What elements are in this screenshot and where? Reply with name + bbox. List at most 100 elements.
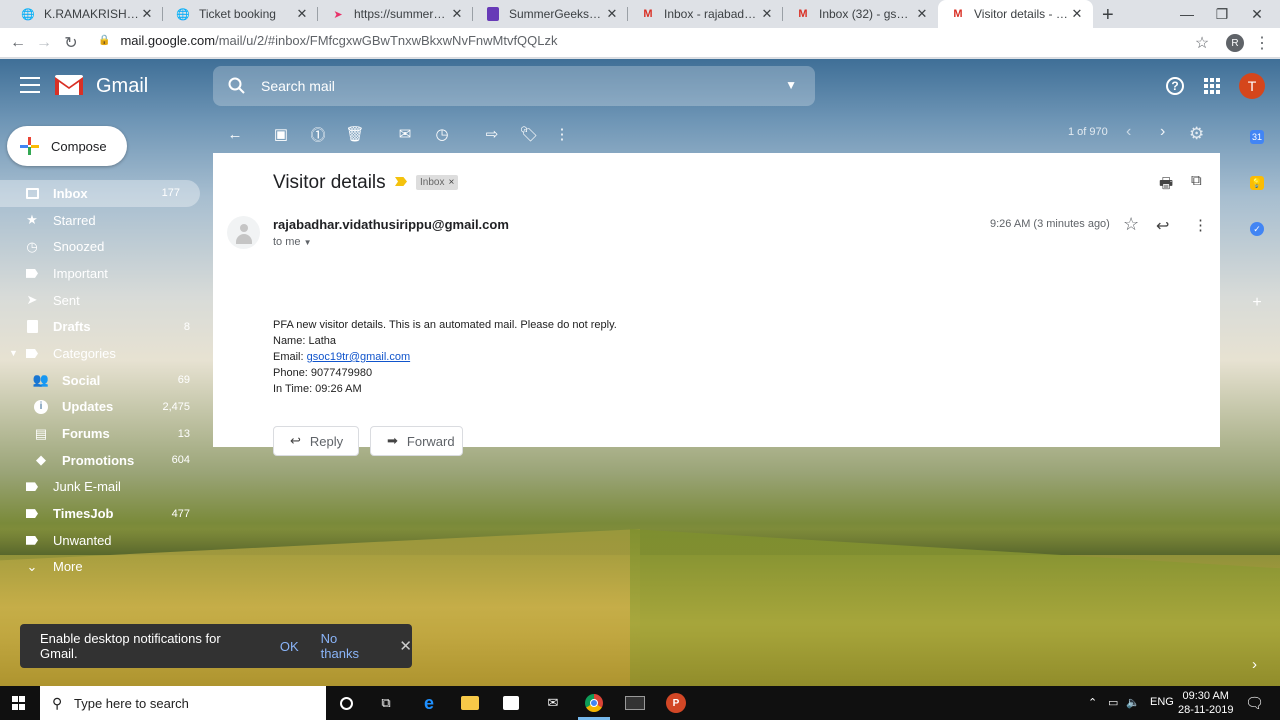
- close-tab-icon[interactable]: ✕: [449, 6, 465, 22]
- sidebar-item-sent[interactable]: ➤ Sent: [0, 287, 210, 314]
- back-to-inbox-icon[interactable]: ←: [225, 124, 245, 144]
- bookmark-star-icon[interactable]: ☆: [1192, 33, 1212, 53]
- show-side-panel-icon[interactable]: ›: [1252, 656, 1257, 673]
- volume-icon[interactable]: 🔈: [1126, 696, 1140, 709]
- browser-menu-icon[interactable]: ⋮: [1252, 33, 1272, 53]
- reply-button[interactable]: ↩ Reply: [273, 426, 359, 456]
- recipient-details[interactable]: to me ▼: [273, 236, 312, 248]
- browser-tab[interactable]: M Inbox - rajabadhar.vida ✕: [628, 0, 783, 28]
- email-link[interactable]: gsoc19tr@gmail.com: [307, 351, 410, 363]
- tray-expand-icon[interactable]: ⌃: [1088, 696, 1097, 709]
- tasks-icon[interactable]: ✓: [1250, 222, 1264, 236]
- taskbar-clock[interactable]: 09:30 AM 28-11-2019: [1178, 689, 1233, 717]
- browser-tab[interactable]: M Inbox (32) - gsoc19tr@ ✕: [783, 0, 938, 28]
- browser-tab[interactable]: SummerGeeks 2020 | S ✕: [473, 0, 628, 28]
- move-to-icon[interactable]: ⇨: [482, 124, 502, 144]
- close-tab-icon[interactable]: ✕: [139, 6, 155, 22]
- toast-no-thanks-button[interactable]: No thanks: [321, 631, 379, 661]
- delete-icon[interactable]: 🗑: [345, 124, 365, 144]
- browser-tab[interactable]: ➤ https://summergeeks.i ✕: [318, 0, 473, 28]
- search-icon[interactable]: [227, 76, 247, 96]
- reply-icon[interactable]: ↩: [1156, 216, 1169, 236]
- help-icon[interactable]: ?: [1166, 77, 1184, 95]
- expand-caret-icon[interactable]: ▼: [9, 348, 18, 358]
- calendar-icon[interactable]: 31: [1250, 130, 1264, 144]
- sidebar-item-more[interactable]: ⌄ More: [0, 554, 210, 581]
- add-addon-icon[interactable]: +: [1250, 294, 1264, 311]
- sidebar-item-starred[interactable]: ★ Starred: [0, 207, 210, 234]
- taskbar-search[interactable]: ⚲ Type here to search: [40, 686, 326, 720]
- close-window-button[interactable]: ✕: [1234, 0, 1280, 28]
- sidebar-item-categories[interactable]: ▼ Categories: [0, 340, 210, 367]
- taskbar-search-input[interactable]: Type here to search: [74, 696, 189, 711]
- new-tab-button[interactable]: +: [1102, 4, 1114, 27]
- more-actions-icon[interactable]: ⋮: [552, 124, 572, 144]
- terminal-icon[interactable]: [625, 693, 645, 713]
- language-indicator[interactable]: ENG: [1150, 696, 1174, 708]
- toast-close-icon[interactable]: ✕: [399, 637, 412, 655]
- sidebar-item-inbox[interactable]: Inbox 177: [0, 180, 200, 207]
- apps-grid-icon[interactable]: [1204, 78, 1220, 94]
- back-icon[interactable]: ←: [8, 33, 28, 53]
- edge-icon[interactable]: e: [419, 693, 439, 713]
- older-chevron-icon[interactable]: ›: [1160, 123, 1165, 141]
- more-options-icon[interactable]: ⋮: [1193, 216, 1208, 234]
- sidebar-item-snoozed[interactable]: ◷ Snoozed: [0, 233, 210, 260]
- sidebar-item-unwanted[interactable]: Unwanted: [0, 527, 210, 554]
- settings-gear-icon[interactable]: ⚙: [1189, 124, 1204, 144]
- forward-button[interactable]: ➡ Forward: [370, 426, 463, 456]
- close-tab-icon[interactable]: ✕: [759, 6, 775, 22]
- address-bar[interactable]: 🔒 mail.google.com/mail/u/2/#inbox/FMfcgx…: [98, 33, 558, 48]
- open-new-window-icon[interactable]: ⧉: [1191, 172, 1202, 189]
- search-options-icon[interactable]: ▼: [785, 78, 797, 92]
- browser-profile-avatar[interactable]: R: [1226, 34, 1244, 52]
- sidebar-item-social[interactable]: 👥 Social 69: [0, 367, 210, 394]
- inbox-label-chip[interactable]: Inbox ×: [416, 175, 459, 190]
- mail-icon[interactable]: ✉: [543, 693, 563, 713]
- newer-chevron-icon[interactable]: ‹: [1126, 123, 1131, 141]
- powerpoint-icon[interactable]: P: [666, 693, 686, 713]
- sidebar-item-updates[interactable]: i Updates 2,475: [0, 394, 210, 421]
- task-view-icon[interactable]: ⧉: [376, 693, 396, 713]
- snooze-icon[interactable]: ◷: [432, 124, 452, 144]
- search-input[interactable]: Search mail: [261, 78, 335, 94]
- notification-center-icon[interactable]: 🗨: [1245, 694, 1264, 712]
- toast-ok-button[interactable]: OK: [280, 639, 299, 654]
- archive-icon[interactable]: ▣: [271, 124, 291, 144]
- sidebar-item-important[interactable]: Important: [0, 260, 210, 287]
- remove-label-icon[interactable]: ×: [448, 177, 454, 188]
- forward-icon[interactable]: →: [34, 33, 54, 53]
- sidebar-item-timesjob[interactable]: TimesJob 477: [0, 500, 210, 527]
- close-tab-icon[interactable]: ✕: [1069, 6, 1085, 22]
- browser-tab-active[interactable]: M Visitor details - thilaka ✕: [938, 0, 1093, 28]
- sidebar-item-junk-email[interactable]: Junk E-mail: [0, 474, 210, 501]
- store-icon[interactable]: [501, 693, 521, 713]
- report-spam-icon[interactable]: ⓵: [308, 124, 328, 144]
- gmail-logo-icon[interactable]: [54, 73, 84, 97]
- chrome-icon[interactable]: [584, 693, 604, 713]
- file-explorer-icon[interactable]: [460, 693, 480, 713]
- keep-icon[interactable]: 💡: [1250, 176, 1264, 190]
- compose-button[interactable]: Compose: [7, 126, 127, 166]
- browser-tab[interactable]: 🌐 K.RAMAKRISHNAN GR ✕: [8, 0, 163, 28]
- windows-start-icon[interactable]: [12, 696, 26, 710]
- close-tab-icon[interactable]: ✕: [604, 6, 620, 22]
- sidebar-item-promotions[interactable]: ◆ Promotions 604: [0, 447, 210, 474]
- close-tab-icon[interactable]: ✕: [914, 6, 930, 22]
- browser-tab[interactable]: 🌐 Ticket booking ✕: [163, 0, 318, 28]
- sidebar-item-drafts[interactable]: Drafts 8: [0, 313, 210, 340]
- search-bar[interactable]: Search mail ▼: [213, 66, 815, 106]
- main-menu-icon[interactable]: [20, 77, 40, 95]
- close-tab-icon[interactable]: ✕: [294, 6, 310, 22]
- print-icon[interactable]: 🖶: [1159, 173, 1173, 198]
- mark-unread-icon[interactable]: ✉: [395, 124, 415, 144]
- importance-marker-icon[interactable]: [395, 177, 407, 186]
- battery-icon[interactable]: ▭: [1108, 696, 1118, 709]
- labels-icon[interactable]: 🏷: [519, 124, 539, 144]
- reload-icon[interactable]: ↻: [61, 33, 81, 53]
- cortana-icon[interactable]: [336, 693, 356, 713]
- account-avatar[interactable]: T: [1239, 73, 1265, 99]
- sidebar-item-forums[interactable]: ▤ Forums 13: [0, 420, 210, 447]
- chevron-down-icon[interactable]: ▼: [304, 238, 312, 247]
- star-message-icon[interactable]: ☆: [1123, 214, 1139, 235]
